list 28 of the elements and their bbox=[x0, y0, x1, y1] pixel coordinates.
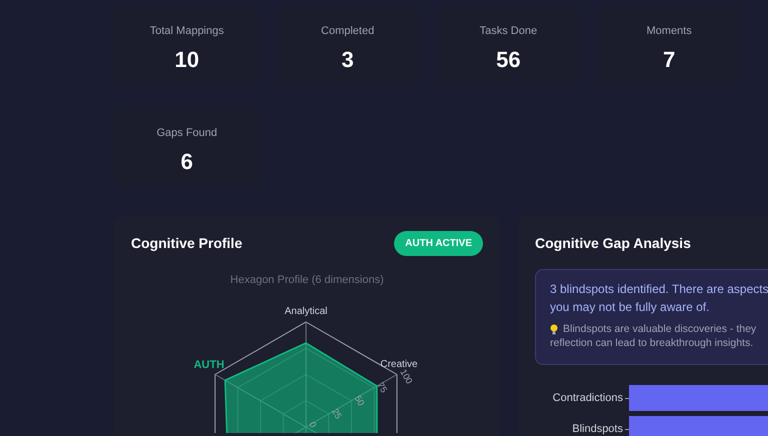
insight-text: 3 blindspots identified. There are aspects bbox=[550, 281, 768, 298]
stat-label: Total Mappings bbox=[150, 24, 224, 38]
tick-label: 25 bbox=[330, 406, 344, 420]
category-label: Contradictions bbox=[552, 392, 624, 404]
status-badge: AUTH ACTIVE bbox=[394, 231, 483, 256]
panel-title: Cognitive Gap Analysis bbox=[535, 234, 691, 253]
stat-value: 10 bbox=[174, 46, 200, 74]
tick-label: 75 bbox=[376, 380, 390, 394]
tick-label: 0 bbox=[307, 420, 318, 429]
stat-label: Moments bbox=[646, 24, 692, 38]
stat-value: 6 bbox=[180, 148, 193, 176]
lightbulb-icon bbox=[550, 324, 558, 334]
insight-text: you may not be fully aware of. bbox=[550, 299, 710, 316]
axis-label: Analytical bbox=[284, 306, 328, 316]
stat-label: Tasks Done bbox=[480, 24, 538, 38]
axis-label: Creative bbox=[380, 358, 418, 370]
tip-text: reflection can lead to breakthrough insights. bbox=[550, 336, 754, 350]
stat-value: 3 bbox=[342, 46, 354, 74]
stat-value: 56 bbox=[496, 46, 521, 74]
chart-subtitle: Hexagon Profile (6 dimensions) bbox=[229, 273, 385, 288]
tick-label: 50 bbox=[352, 393, 366, 407]
stat-label: Gaps Found bbox=[156, 126, 218, 140]
axis-label: AUTH bbox=[194, 358, 224, 370]
tip-text: Blindspots are valuable discoveries - they bbox=[563, 322, 756, 336]
panel-title: Cognitive Profile bbox=[131, 234, 242, 253]
category-label: Blindspots bbox=[571, 422, 624, 436]
stat-value: 7 bbox=[663, 46, 676, 74]
stat-label: Completed bbox=[321, 24, 374, 38]
